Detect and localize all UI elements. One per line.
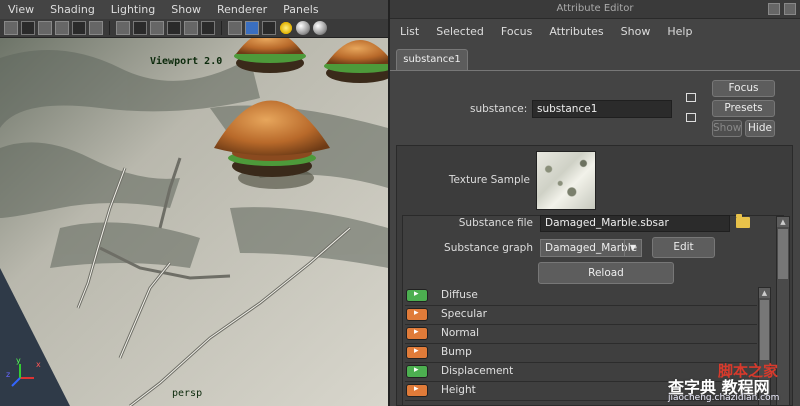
output-row-diffuse[interactable]: Diffuse xyxy=(405,287,757,306)
scroll-up-icon[interactable]: ▲ xyxy=(759,288,770,298)
viewport-menu-bar: View Shading Lighting Show Renderer Pane… xyxy=(0,0,388,19)
menu-attributes[interactable]: Attributes xyxy=(539,25,610,38)
focus-button[interactable]: Focus xyxy=(712,80,775,97)
viewport-toolbar xyxy=(0,19,388,38)
viewport-scene[interactable]: x y z xyxy=(0,38,388,406)
editor-scroll-thumb[interactable] xyxy=(778,229,788,279)
output-expand-icon[interactable] xyxy=(406,308,428,321)
select-camera-icon[interactable] xyxy=(4,21,18,35)
image-plane-icon[interactable] xyxy=(55,21,69,35)
output-expand-icon[interactable] xyxy=(406,346,428,359)
output-row-normal[interactable]: Normal xyxy=(405,325,757,344)
xray-joints-icon[interactable] xyxy=(184,21,198,35)
camera-label: persp xyxy=(172,388,203,399)
output-name: Displacement xyxy=(441,365,514,377)
menu-focus[interactable]: Focus xyxy=(491,25,539,38)
output-expand-icon[interactable] xyxy=(406,327,428,340)
lock-camera-icon[interactable] xyxy=(21,21,35,35)
menu-show[interactable]: Show xyxy=(611,25,658,38)
isolate-cube-icon[interactable] xyxy=(228,21,242,35)
float-window-icon[interactable] xyxy=(768,3,780,15)
output-row-bump[interactable]: Bump xyxy=(405,344,757,363)
axis-z-label: z xyxy=(6,370,11,379)
editor-scroll-up-icon[interactable]: ▲ xyxy=(777,217,789,227)
show-button[interactable]: Show xyxy=(712,120,742,137)
hide-button[interactable]: Hide xyxy=(745,120,775,137)
output-name: Specular xyxy=(441,308,487,320)
output-name: Height xyxy=(441,384,476,396)
substance-node-name-field[interactable]: substance1 xyxy=(532,100,672,118)
reload-button[interactable]: Reload xyxy=(538,262,674,284)
axis-y-label: y xyxy=(16,356,21,365)
menu-renderer[interactable]: Renderer xyxy=(209,3,275,16)
menu-help[interactable]: Help xyxy=(657,25,699,38)
viewport-renderer-label: Viewport 2.0 xyxy=(150,56,223,67)
substance-graph-label: Substance graph xyxy=(444,242,533,254)
output-expand-icon[interactable] xyxy=(406,384,428,397)
lighting-icon[interactable] xyxy=(279,21,293,35)
xray-icon[interactable] xyxy=(167,21,181,35)
close-window-icon[interactable] xyxy=(784,3,796,15)
viewport-panel[interactable]: View Shading Lighting Show Renderer Pane… xyxy=(0,0,390,406)
substance-node-label: substance: xyxy=(470,103,528,115)
scene-render xyxy=(0,38,388,406)
output-expand-icon[interactable] xyxy=(406,289,428,302)
chevron-down-icon: ▼ xyxy=(624,240,641,256)
shaded-cube-icon[interactable] xyxy=(245,21,259,35)
output-name: Bump xyxy=(441,346,472,358)
film-gate-icon[interactable] xyxy=(89,21,103,35)
output-row-specular[interactable]: Specular xyxy=(405,306,757,325)
output-name: Diffuse xyxy=(441,289,478,301)
output-expand-icon[interactable] xyxy=(406,365,428,378)
substance-graph-dropdown[interactable]: Damaged_Marble ▼ xyxy=(540,239,642,257)
edit-button[interactable]: Edit xyxy=(652,237,715,258)
attribute-editor-title: Attribute Editor xyxy=(390,0,800,19)
scroll-thumb[interactable] xyxy=(760,300,769,360)
grid-icon[interactable] xyxy=(72,21,86,35)
input-connection-icon[interactable] xyxy=(686,93,696,102)
output-connection-icon[interactable] xyxy=(686,113,696,122)
wireframe-on-shaded-icon[interactable] xyxy=(150,21,164,35)
watermark-url: jiaocheng.chazidian.com xyxy=(668,393,780,403)
window-buttons xyxy=(768,3,796,15)
axis-x-label: x xyxy=(36,360,41,369)
menu-list[interactable]: List xyxy=(390,25,426,38)
menu-panels[interactable]: Panels xyxy=(275,3,326,16)
menu-show[interactable]: Show xyxy=(163,3,209,16)
presets-button[interactable]: Presets xyxy=(712,100,775,117)
browse-folder-icon[interactable] xyxy=(736,214,750,228)
menu-shading[interactable]: Shading xyxy=(42,3,103,16)
smooth-shade-icon[interactable] xyxy=(133,21,147,35)
output-name: Normal xyxy=(441,327,479,339)
textured-icon[interactable] xyxy=(201,21,215,35)
shadows-sphere-icon[interactable] xyxy=(296,21,310,35)
bookmark-icon[interactable] xyxy=(38,21,52,35)
texture-sample-thumbnail xyxy=(536,151,596,210)
substance-file-field[interactable]: Damaged_Marble.sbsar xyxy=(540,215,730,232)
menu-selected[interactable]: Selected xyxy=(426,25,491,38)
checker-icon[interactable] xyxy=(262,21,276,35)
menu-lighting[interactable]: Lighting xyxy=(103,3,163,16)
ambient-occlusion-sphere-icon[interactable] xyxy=(313,21,327,35)
wireframe-icon[interactable] xyxy=(116,21,130,35)
tab-substance1[interactable]: substance1 xyxy=(396,49,468,70)
editor-scrollbar[interactable]: ▲ xyxy=(776,216,790,406)
menu-view[interactable]: View xyxy=(0,3,42,16)
substance-file-label: Substance file xyxy=(458,217,533,229)
attribute-editor-menu-bar: List Selected Focus Attributes Show Help xyxy=(390,20,800,42)
texture-sample-label: Texture Sample xyxy=(448,174,530,186)
